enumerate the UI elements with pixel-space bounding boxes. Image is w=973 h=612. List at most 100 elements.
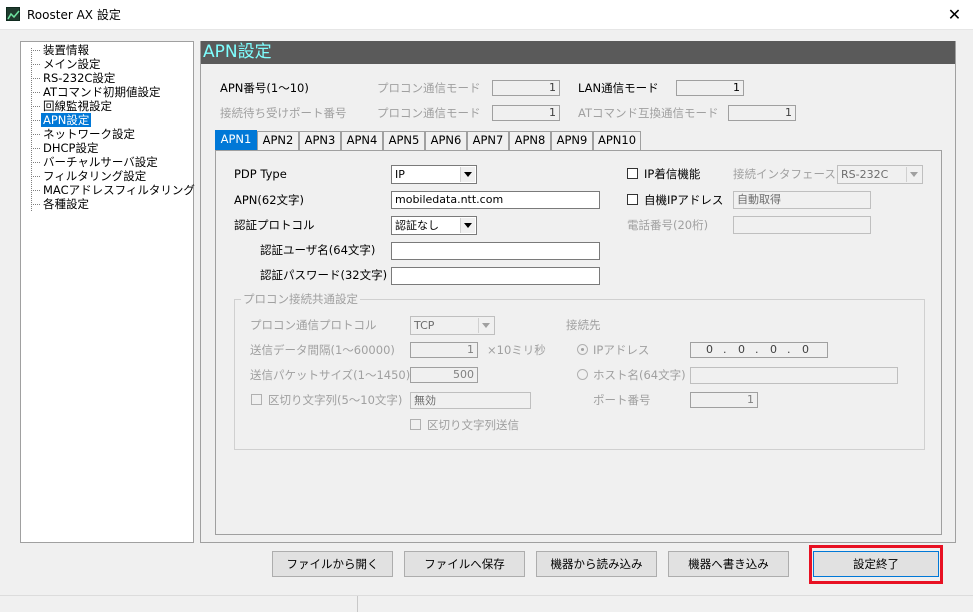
tab-apn1[interactable]: APN1 [215,130,257,151]
delimiter-checkbox[interactable] [251,394,262,405]
tree-connector-tick [31,106,40,107]
lan-mode-value: 1 [676,80,744,96]
ip-octet: 0 [802,343,809,356]
phone-number-label: 電話番号(20桁) [627,218,709,232]
procon-mode2-value: 1 [492,105,560,121]
ip-address-label: IPアドレス [593,343,650,357]
section-title: APN設定 [201,41,955,64]
ip-dot: . [723,343,727,356]
title-bar: Rooster AX 設定 ✕ [0,0,973,30]
app-icon [6,7,20,21]
auth-user-input[interactable] [391,242,600,260]
status-separator [357,596,358,612]
auto-ip-input[interactable]: 自動取得 [733,191,871,209]
tree-item[interactable]: MACアドレスフィルタリング [41,183,197,197]
pdp-type-select[interactable]: IP [391,165,477,184]
auto-ip-checkbox[interactable] [627,194,638,205]
tree-item[interactable]: 回線監視設定 [41,99,114,113]
chevron-down-icon [478,318,493,333]
pdp-type-value: IP [395,168,405,181]
tab-apn8[interactable]: APN8 [509,131,551,150]
port-number-input[interactable]: 1 [690,392,758,408]
ip-address-input[interactable]: 0 . 0 . 0 . 0 [690,342,828,358]
destination-label: 接続先 [566,318,601,332]
finish-button-highlight [809,545,943,584]
listen-port-label: 接続待ち受けポート番号 [220,106,347,120]
ip-octet: 0 [738,343,745,356]
tab-apn3[interactable]: APN3 [299,131,341,150]
auth-password-label: 認証パスワード(32文字) [260,268,388,282]
apn-name-input[interactable]: mobiledata.ntt.com [391,191,600,209]
tree-connector-tick [31,78,40,79]
open-file-button[interactable]: ファイルから開く [272,551,393,577]
tree-item[interactable]: バーチャルサーバ設定 [41,155,160,169]
tree-connector-tick [31,190,40,191]
interface-select[interactable]: RS-232C [837,165,923,184]
procon-mode-value: 1 [492,80,560,96]
port-number-label: ポート番号 [593,393,651,407]
tree-connector-tick [31,176,40,177]
chevron-down-icon [906,167,921,182]
tree-item[interactable]: ネットワーク設定 [41,127,137,141]
procon-mode-label: プロコン通信モード [377,81,481,95]
tab-apn7[interactable]: APN7 [467,131,509,150]
tree-item[interactable]: 装置情報 [41,43,91,57]
write-device-button[interactable]: 機器へ書き込み [668,551,789,577]
chevron-down-icon [460,218,475,233]
tab-apn4[interactable]: APN4 [341,131,383,150]
interface-label: 接続インタフェース [733,167,836,181]
tree-connector-tick [31,204,40,205]
procon-protocol-label: プロコン通信プロトコル [250,318,377,332]
tree-connector-tick [31,64,40,65]
lan-mode-label: LAN通信モード [578,81,659,95]
tree-connector-tick [31,148,40,149]
ip-incoming-label: IP着信機能 [644,167,701,181]
chevron-down-icon [460,167,475,182]
close-button[interactable]: ✕ [936,0,973,30]
send-interval-unit: ×10ミリ秒 [487,343,546,357]
auth-password-input[interactable] [391,267,600,285]
tree-connector-tick [31,162,40,163]
at-mode-value: 1 [728,105,796,121]
tree-item[interactable]: フィルタリング設定 [41,169,148,183]
tab-apn5[interactable]: APN5 [383,131,425,150]
save-file-button[interactable]: ファイルへ保存 [404,551,525,577]
auth-protocol-value: 認証なし [395,219,439,232]
delimiter-input[interactable]: 無効 [410,392,531,409]
ip-address-radio[interactable] [577,344,588,355]
procon-protocol-select[interactable]: TCP [410,316,495,335]
host-name-label: ホスト名(64文字) [593,368,686,382]
procon-protocol-value: TCP [414,319,435,332]
auth-protocol-select[interactable]: 認証なし [391,216,477,235]
ip-incoming-checkbox[interactable] [627,168,638,179]
packet-size-input[interactable]: 500 [410,367,478,383]
procon-mode2-label: プロコン通信モード [377,106,481,120]
tree-item[interactable]: 各種設定 [41,197,91,211]
tab-apn9[interactable]: APN9 [551,131,593,150]
tree-item[interactable]: メイン設定 [41,57,103,71]
host-name-radio[interactable] [577,369,588,380]
tree-item[interactable]: ATコマンド初期値設定 [41,85,163,99]
tab-apn10[interactable]: APN10 [593,131,641,150]
ip-dot: . [787,343,791,356]
delimiter-send-checkbox[interactable] [410,419,421,430]
interface-value: RS-232C [841,168,889,181]
read-device-button[interactable]: 機器から読み込み [536,551,657,577]
phone-number-input[interactable] [733,216,871,234]
host-name-input[interactable] [690,367,898,384]
apn-number-label: APN番号(1～10) [220,81,309,95]
at-mode-label: ATコマンド互換通信モード [578,106,719,120]
delimiter-send-label: 区切り文字列送信 [427,418,519,432]
settings-tree: 装置情報 メイン設定 RS-232C設定 ATコマンド初期値設定 回線監視設定 APN設定… [20,41,197,543]
send-interval-input[interactable]: 1 [410,342,478,358]
tab-apn6[interactable]: APN6 [425,131,467,150]
window-title: Rooster AX 設定 [27,8,121,22]
tab-apn2[interactable]: APN2 [257,131,299,150]
tree-item[interactable]: DHCP設定 [41,141,100,155]
procon-group-title: プロコン接続共通設定 [241,292,360,306]
tree-item[interactable]: APN設定 [41,113,92,127]
tree-connector-tick [31,134,40,135]
tree-connector-line [31,48,32,211]
tree-connector-tick [31,120,40,121]
tree-item[interactable]: RS-232C設定 [41,71,117,85]
